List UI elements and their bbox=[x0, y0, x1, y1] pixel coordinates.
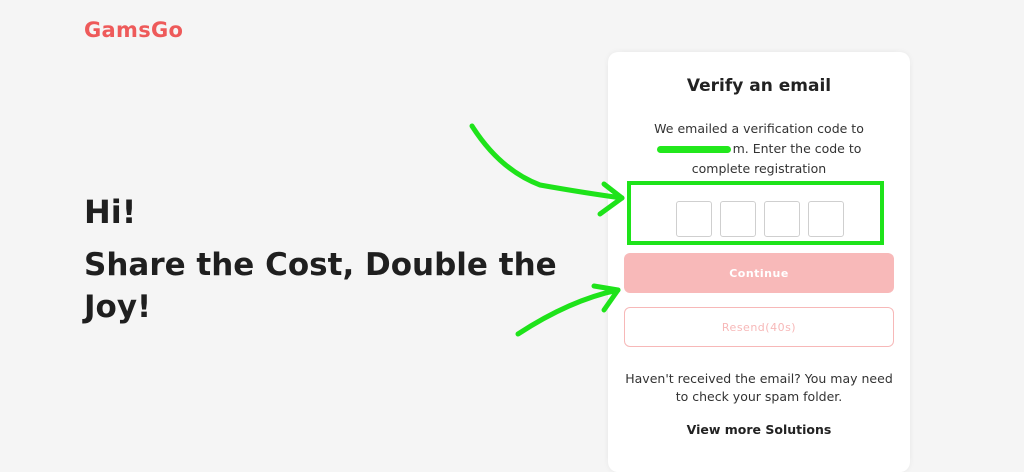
continue-button[interactable]: Continue bbox=[624, 253, 894, 293]
code-input-highlight bbox=[627, 181, 884, 245]
card-title: Verify an email bbox=[686, 76, 832, 96]
redacted-email-mark bbox=[656, 146, 731, 153]
code-digit-3[interactable] bbox=[764, 201, 800, 237]
code-digit-2[interactable] bbox=[720, 201, 756, 237]
hero-section: Hi! Share the Cost, Double the Joy! bbox=[84, 190, 584, 328]
arrow-to-code-shaft bbox=[469, 123, 625, 201]
hero-tagline: Share the Cost, Double the Joy! bbox=[84, 247, 557, 325]
code-digit-1[interactable] bbox=[676, 201, 712, 237]
spam-folder-help-text: Haven't received the email? You may need… bbox=[625, 371, 893, 404]
hero-greeting: Hi! bbox=[84, 193, 137, 231]
verification-description: We emailed a verification code to m. Ent… bbox=[632, 119, 886, 179]
verification-code-inputs bbox=[676, 201, 844, 237]
gamsgo-logo[interactable]: GamsGo bbox=[84, 18, 183, 42]
verify-email-card: Verify an email We emailed a verificatio… bbox=[608, 52, 910, 472]
code-digit-4[interactable] bbox=[808, 201, 844, 237]
description-line-1: We emailed a verification code to bbox=[654, 121, 864, 136]
resend-button[interactable]: Resend(40s) bbox=[624, 307, 894, 347]
view-more-solutions-link[interactable]: View more Solutions bbox=[608, 422, 910, 437]
